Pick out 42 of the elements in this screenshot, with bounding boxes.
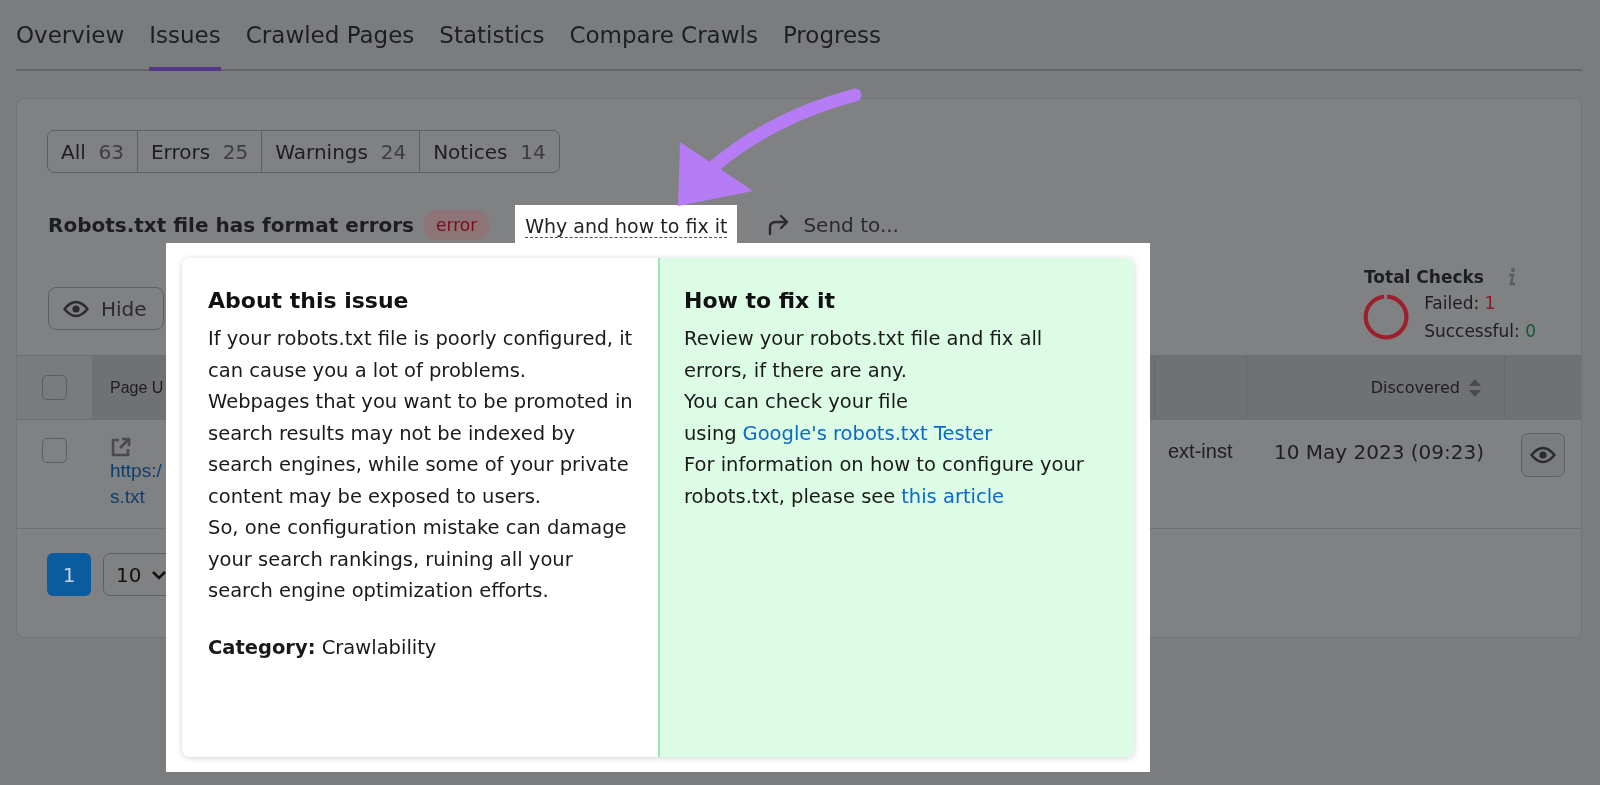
paragraph: So, one configuration mistake can damage your search rankings, ruining all your search engine optimization efforts. xyxy=(208,515,628,604)
tab[interactable]: Overview xyxy=(16,22,125,71)
error-badge: error xyxy=(424,210,490,240)
table-cell: 10 May 2023 (09:23) xyxy=(1274,440,1484,464)
column-header[interactable]: Page U xyxy=(110,378,164,397)
failed-count: Failed: 1 xyxy=(1424,293,1497,313)
total-checks-title: Total Checks xyxy=(1364,267,1484,287)
paragraph: If your robots.txt file is poorly configured, it can cause you a lot of problems. xyxy=(208,326,634,384)
table-cell: ext-inst xyxy=(1168,440,1233,463)
filter-button[interactable]: Notices 14 xyxy=(419,130,560,173)
checkbox[interactable] xyxy=(42,375,67,400)
article-link[interactable]: this article xyxy=(901,484,1005,508)
paragraph: For information on how to configure your robots.txt, please see this article xyxy=(684,452,1085,510)
page-button[interactable]: 1 xyxy=(47,553,91,596)
tab[interactable]: Progress xyxy=(782,22,882,71)
view-button[interactable] xyxy=(1520,433,1565,477)
info-icon[interactable] xyxy=(1506,267,1518,287)
article-link[interactable]: Google's robots.txt Tester xyxy=(742,421,993,445)
filter-button[interactable]: Warnings 24 xyxy=(261,130,421,173)
filter-button[interactable]: Errors 25 xyxy=(136,130,263,173)
eye-icon xyxy=(63,299,89,318)
tab[interactable]: Statistics xyxy=(439,22,545,71)
section-heading: About this issue xyxy=(208,288,410,313)
send-to-button[interactable]: Send to... xyxy=(767,213,899,237)
tab[interactable]: Crawled Pages xyxy=(245,22,415,71)
successful-count: Successful: 0 xyxy=(1424,321,1536,341)
url-link[interactable]: https:/ s.txt xyxy=(110,458,162,510)
tab[interactable]: Compare Crawls xyxy=(569,22,758,71)
paragraph: Webpages that you want to be promoted in search results may not be indexed by search engines, while some of your private content may be exposed to users. xyxy=(208,389,634,510)
filter-button[interactable]: All 63 xyxy=(47,130,138,173)
paragraph: You can check your file using Google's robots.txt Tester xyxy=(684,389,994,447)
paragraph: Review your robots.txt file and fix all errors, if there are any. xyxy=(684,326,1044,384)
issue-title: Robots.txt file has format errors xyxy=(48,213,414,237)
eye-icon xyxy=(1529,446,1556,464)
sort-icon[interactable] xyxy=(1468,377,1482,398)
row-checkbox[interactable] xyxy=(42,438,67,463)
hide-button[interactable]: Hide xyxy=(48,287,164,330)
section-heading: How to fix it xyxy=(684,288,836,313)
external-link-icon[interactable] xyxy=(110,436,132,458)
column-header[interactable]: Discovered xyxy=(1370,378,1460,397)
tab[interactable]: Issues xyxy=(149,22,221,71)
category-label: Category: Crawlability xyxy=(208,634,438,661)
